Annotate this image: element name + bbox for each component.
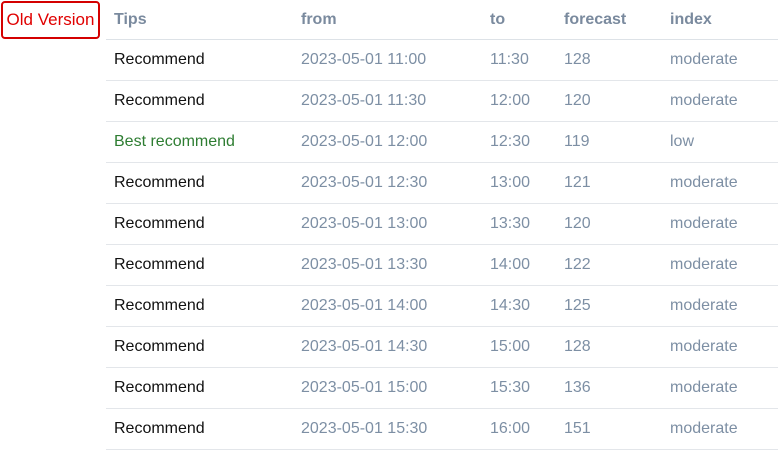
cell-index: moderate: [662, 408, 778, 450]
cell-tips: Recommend: [106, 162, 293, 204]
cell-forecast: 121: [556, 162, 662, 204]
cell-index: moderate: [662, 80, 778, 122]
table-row: Recommend 2023-05-01 11:30 12:00 120 moderat…: [106, 80, 778, 122]
cell-tips: Recommend: [106, 285, 293, 327]
cell-forecast: 120: [556, 203, 662, 245]
cell-from: 2023-05-01 13:30: [293, 244, 482, 286]
cell-tips: Recommend: [106, 408, 293, 450]
column-header-tips: Tips: [106, 0, 293, 40]
cell-forecast: 125: [556, 285, 662, 327]
cell-to: 15:30: [482, 367, 556, 409]
cell-to: 11:30: [482, 39, 556, 81]
cell-to: 12:00: [482, 80, 556, 122]
cell-forecast: 122: [556, 244, 662, 286]
cell-from: 2023-05-01 11:00: [293, 39, 482, 81]
table-row: Recommend 2023-05-01 11:00 11:30 128 moderat…: [106, 39, 778, 81]
forecast-table-container: Tips from to forecast index Recommend 202…: [106, 0, 778, 450]
cell-from: 2023-05-01 15:00: [293, 367, 482, 409]
cell-forecast: 119: [556, 121, 662, 163]
table-row: Recommend 2023-05-01 13:00 13:30 120 moderat…: [106, 203, 778, 245]
table-row: Recommend 2023-05-01 12:30 13:00 121 moderat…: [106, 162, 778, 204]
cell-index: low: [662, 121, 778, 163]
table-row: Recommend 2023-05-01 14:00 14:30 125 moderat…: [106, 285, 778, 327]
cell-index: moderate: [662, 367, 778, 409]
cell-from: 2023-05-01 12:30: [293, 162, 482, 204]
table-row: Best recommend 2023-05-01 12:00 12:30 119 lo…: [106, 121, 778, 163]
cell-from: 2023-05-01 11:30: [293, 80, 482, 122]
cell-to: 15:00: [482, 326, 556, 368]
column-header-forecast: forecast: [556, 0, 662, 40]
cell-index: moderate: [662, 326, 778, 368]
table-row: Recommend 2023-05-01 13:30 14:00 122 moderat…: [106, 244, 778, 286]
table-row: Recommend 2023-05-01 15:00 15:30 136 moderat…: [106, 367, 778, 409]
table-header-row: Tips from to forecast index: [106, 0, 778, 40]
cell-tips: Recommend: [106, 367, 293, 409]
column-header-from: from: [293, 0, 482, 40]
cell-tips: Recommend: [106, 80, 293, 122]
cell-index: moderate: [662, 39, 778, 81]
cell-to: 16:00: [482, 408, 556, 450]
cell-to: 13:30: [482, 203, 556, 245]
table-row: Recommend 2023-05-01 15:30 16:00 151 moderat…: [106, 408, 778, 450]
cell-tips: Recommend: [106, 326, 293, 368]
cell-forecast: 128: [556, 39, 662, 81]
column-header-index: index: [662, 0, 778, 40]
forecast-table: Tips from to forecast index Recommend 202…: [106, 0, 778, 450]
page: Old Version Tips from to forecast index …: [0, 0, 782, 453]
cell-from: 2023-05-01 14:00: [293, 285, 482, 327]
cell-index: moderate: [662, 162, 778, 204]
cell-from: 2023-05-01 15:30: [293, 408, 482, 450]
cell-tips: Recommend: [106, 244, 293, 286]
cell-index: moderate: [662, 285, 778, 327]
cell-tips: Recommend: [106, 203, 293, 245]
old-version-badge[interactable]: Old Version: [1, 1, 100, 39]
cell-to: 12:30: [482, 121, 556, 163]
cell-index: moderate: [662, 203, 778, 245]
table-row: Recommend 2023-05-01 14:30 15:00 128 moderat…: [106, 326, 778, 368]
cell-tips: Recommend: [106, 39, 293, 81]
table-header: Tips from to forecast index: [106, 0, 778, 40]
column-header-to: to: [482, 0, 556, 40]
cell-to: 13:00: [482, 162, 556, 204]
table-body: Recommend 2023-05-01 11:00 11:30 128 moderat…: [106, 39, 778, 450]
cell-forecast: 128: [556, 326, 662, 368]
cell-forecast: 120: [556, 80, 662, 122]
cell-from: 2023-05-01 13:00: [293, 203, 482, 245]
cell-forecast: 136: [556, 367, 662, 409]
cell-from: 2023-05-01 14:30: [293, 326, 482, 368]
cell-to: 14:00: [482, 244, 556, 286]
cell-tips: Best recommend: [106, 121, 293, 163]
cell-to: 14:30: [482, 285, 556, 327]
cell-from: 2023-05-01 12:00: [293, 121, 482, 163]
cell-index: moderate: [662, 244, 778, 286]
cell-forecast: 151: [556, 408, 662, 450]
